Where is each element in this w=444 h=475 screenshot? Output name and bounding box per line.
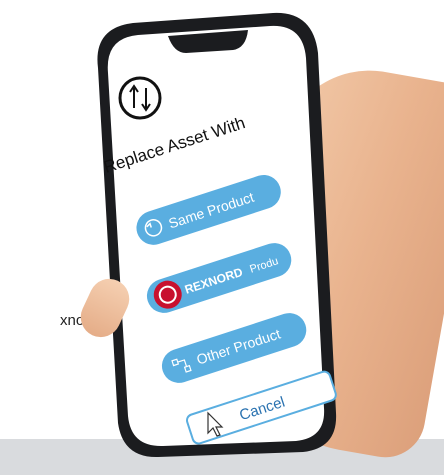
phone: Replace Asset With Same Product REXNORD …	[88, 8, 338, 458]
same-product-button[interactable]: Same Product	[132, 171, 285, 250]
cancel-button[interactable]: Cancel	[185, 370, 337, 445]
other-product-button[interactable]: Other Product	[158, 309, 311, 388]
rexnord-product-button[interactable]: REXNORD Produ	[143, 239, 296, 318]
dialog-title: Replace Asset With	[101, 113, 247, 177]
swap-arrows-icon	[118, 76, 162, 120]
dialog: Replace Asset With Same Product REXNORD …	[88, 8, 338, 458]
